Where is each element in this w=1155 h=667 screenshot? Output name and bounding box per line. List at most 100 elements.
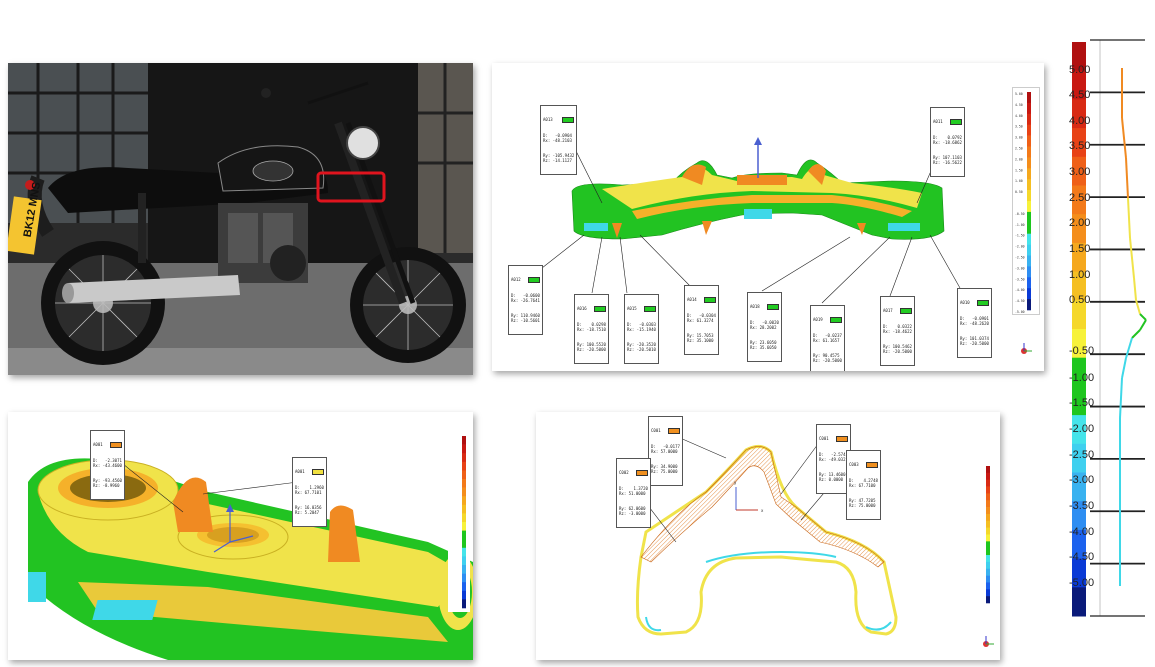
scale-band xyxy=(1072,587,1086,617)
mini-scale-band xyxy=(462,565,466,574)
mini-scale-band xyxy=(462,436,466,445)
mini-scale-band xyxy=(1027,179,1031,191)
mini-scale-band xyxy=(986,575,990,583)
callout-perspective-1: A001 D: -2.3071 Rx: -43.4600 Ry: -93.4560… xyxy=(90,430,125,500)
mini-scale-band xyxy=(986,527,990,535)
scale-tick-label: -5.00 xyxy=(1069,577,1095,589)
mini-scale-band xyxy=(1027,201,1031,213)
mini-scale-band xyxy=(986,534,990,542)
mini-scale-band xyxy=(986,466,990,474)
callout-c003: C003 D: 4.2748 Rx: 67.7100 Ry: 47.7205 Rz:… xyxy=(846,450,881,520)
scale-tick-label: 3.50 xyxy=(1069,140,1091,152)
callout-a011: A011 D: 0.0792 Rx: -18.6862 Ry: 107.1103 R… xyxy=(930,107,965,177)
callout-perspective-2: A001 D: 1.2960 Rx: 67.7101 Ry: 16.0356 Rz:… xyxy=(292,457,327,527)
scale-tick-label: -2.50 xyxy=(1069,449,1095,461)
mini-scale-band xyxy=(1027,233,1031,245)
mini-scale-band xyxy=(1027,222,1031,234)
mini-scale-band xyxy=(462,453,466,463)
mini-scale-band xyxy=(462,547,466,557)
histogram-curve xyxy=(1131,329,1141,339)
axis-x-label: x xyxy=(761,508,764,513)
mini-scale-band xyxy=(1027,299,1031,311)
mini-scale-band xyxy=(1027,244,1031,256)
mini-scale-label: -2.50 xyxy=(1015,256,1025,260)
scale-tick-label: -4.50 xyxy=(1069,551,1095,563)
scale-tick-label: -1.00 xyxy=(1069,372,1095,384)
callout-a014: A014 D: -0.0304 Rx: 61.3274 Ry: 15.7053 Rz… xyxy=(684,285,719,355)
histogram-curve xyxy=(1121,117,1127,159)
callout-a019: A019 D: -0.0237 Rx: 61.1657 Ry: 90.4575 Rz… xyxy=(810,305,845,371)
mini-scale-band xyxy=(462,479,466,488)
mini-scale-band xyxy=(986,513,990,522)
mini-scale-band xyxy=(462,522,466,531)
mini-scale-band xyxy=(462,513,466,523)
mini-scale-label: -1.50 xyxy=(1015,234,1025,238)
mini-scale-band xyxy=(986,589,990,597)
mini-color-scale-perspective xyxy=(448,432,470,612)
callout-a018: A018 D: -0.0020 Rx: 28.2002 Ry: 23.6050 Rz… xyxy=(747,292,782,362)
scale-tick-label: 1.00 xyxy=(1069,269,1091,281)
mini-scale-band xyxy=(462,590,466,600)
mini-scale-label: -3.00 xyxy=(1015,266,1025,270)
scale-tick-label: 1.50 xyxy=(1069,243,1091,255)
scale-tick-label: -3.00 xyxy=(1069,474,1095,486)
histogram-curve xyxy=(1119,377,1123,419)
callout-c001-a: C001 D: -0.0177 Rx: 57.0000 Ry: 34.9000 Rz… xyxy=(648,416,683,486)
mini-scale-band xyxy=(1027,277,1031,289)
callout-a012: A012 D: -0.0600 Rx: -26.7641 Ry: 110.9460… xyxy=(508,265,543,335)
scale-tick-label: -1.50 xyxy=(1069,397,1095,409)
mini-scale-band xyxy=(986,582,990,590)
mini-scale-band xyxy=(1027,266,1031,278)
mini-scale-band xyxy=(986,555,990,563)
mini-scale-label: -4.00 xyxy=(1015,288,1025,292)
mini-scale-band xyxy=(1027,288,1031,300)
scale-tick-label: 4.00 xyxy=(1069,115,1091,127)
scale-tick-label: 0.50 xyxy=(1069,294,1091,306)
mini-scale-band xyxy=(986,486,990,494)
mini-scale-label: 0.50 xyxy=(1015,190,1023,194)
mini-scale-band xyxy=(1027,211,1031,224)
axis-triad-icon xyxy=(983,636,994,647)
scale-tick-label: 5.00 xyxy=(1069,64,1091,76)
mini-scale-label: -4.50 xyxy=(1015,299,1025,303)
mini-scale-label: 1.50 xyxy=(1015,168,1023,172)
scale-tick-label: 3.00 xyxy=(1069,166,1091,178)
mini-color-scale-section xyxy=(972,462,994,607)
mini-scale-label: -1.00 xyxy=(1015,223,1025,227)
axis-triad-icon xyxy=(1021,343,1032,354)
cross-section-view: y x C001 D: -0.0177 Rx: 57.0000 Ry: 34.90… xyxy=(536,412,1000,660)
callout-c002: C002 D: 1.3720 Rx: 51.0000 Ry: 62.0600 Rz:… xyxy=(616,458,651,528)
mini-scale-band xyxy=(462,461,466,471)
mini-scale-band xyxy=(1027,190,1031,202)
callout-a013: A013 D: -0.0904 Rx: -48.2103 Ry: -105.943… xyxy=(540,105,578,175)
histogram-curve xyxy=(1129,237,1135,279)
mini-scale-label: -0.50 xyxy=(1015,212,1025,216)
mini-scale-band xyxy=(986,500,990,508)
mini-scale-band xyxy=(986,493,990,501)
mini-scale-band xyxy=(1027,113,1031,125)
mini-scale-label: 3.00 xyxy=(1015,136,1023,140)
mini-scale-band xyxy=(986,520,990,528)
histogram-curve xyxy=(1127,197,1131,239)
scale-tick-label: -0.50 xyxy=(1069,345,1095,357)
histogram-curve xyxy=(1125,157,1129,199)
mini-scale-band xyxy=(462,444,466,454)
mini-scale-band xyxy=(1027,102,1031,115)
mini-scale-band xyxy=(462,504,466,514)
mini-scale-band xyxy=(1027,255,1031,267)
mini-scale-band xyxy=(1027,146,1031,158)
mini-scale-label: -5.00 xyxy=(1015,310,1025,314)
mini-scale-band xyxy=(462,582,466,592)
histogram-curve xyxy=(1121,357,1127,379)
mini-scale-label: 2.50 xyxy=(1015,147,1023,151)
mini-scale-label: 4.50 xyxy=(1015,103,1023,107)
mini-scale-band xyxy=(986,472,990,480)
mini-color-scale: 5.00 4.50 4.00 3.50 3.00 2.50 2.00 1.50 1.00 0.50… xyxy=(1012,87,1040,315)
motorcycle-illustration: BK12 MNS xyxy=(8,63,473,375)
motorcycle-photo: BK12 MNS xyxy=(8,63,473,375)
mini-scale-label: -2.00 xyxy=(1015,245,1025,249)
mini-scale-band xyxy=(1027,168,1031,180)
mini-scale-band xyxy=(986,561,990,570)
mini-scale-band xyxy=(1027,157,1031,169)
deviation-view-front: A013 D: -0.0904 Rx: -48.2103 Ry: -105.943… xyxy=(492,63,1044,371)
